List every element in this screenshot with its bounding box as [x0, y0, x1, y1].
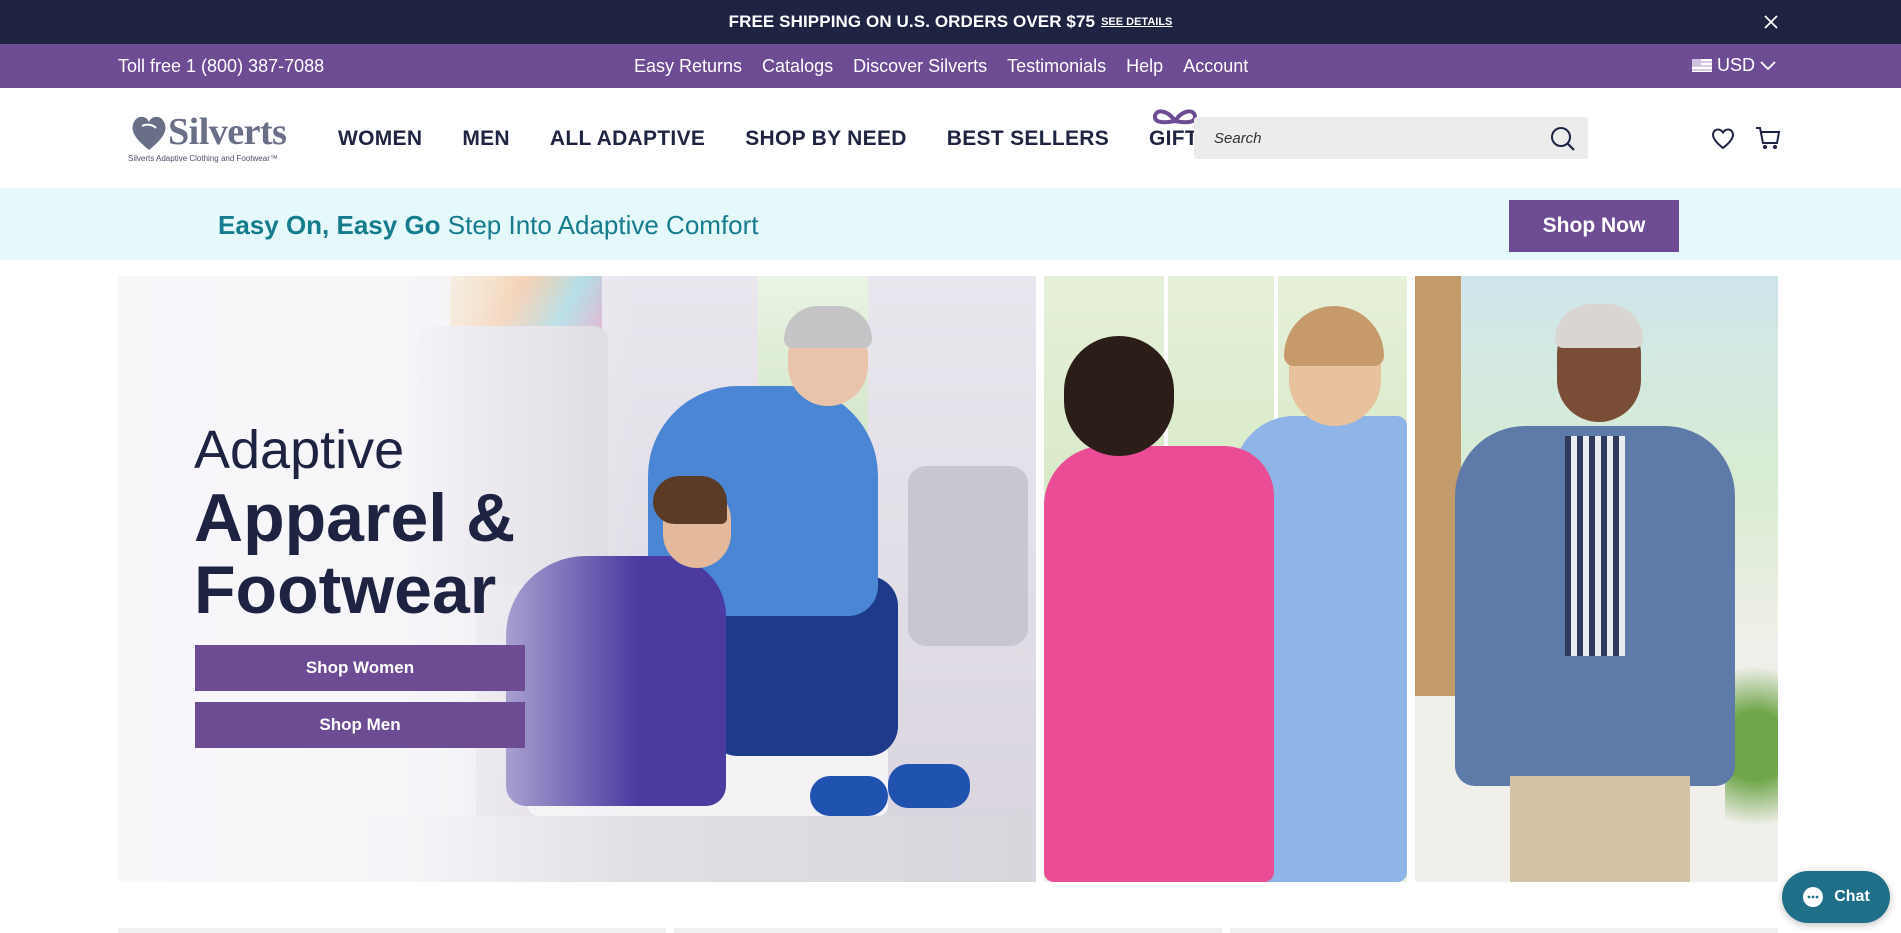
- shop-men-button[interactable]: Shop Men: [195, 702, 525, 748]
- shop-women-button[interactable]: Shop Women: [195, 645, 525, 691]
- logo-tagline: Silverts Adaptive Clothing and Footwear™: [128, 154, 278, 163]
- man-hair: [1555, 304, 1643, 348]
- nav-shop-by-need[interactable]: SHOP BY NEED: [745, 127, 907, 151]
- logo-wordmark: Silverts: [168, 111, 287, 153]
- promo-subtext: Step Into Adaptive Comfort: [440, 210, 759, 240]
- nav-all-adaptive[interactable]: ALL ADAPTIVE: [550, 127, 705, 151]
- hero-line-apparel: Apparel &: [194, 480, 516, 556]
- card-peek: [118, 928, 666, 933]
- search-input[interactable]: [1194, 117, 1524, 159]
- woman-pink-top: [1044, 446, 1274, 882]
- hero-women-image[interactable]: [1044, 276, 1407, 882]
- silverts-logo[interactable]: Silverts Silverts Adaptive Clothing and …: [128, 110, 318, 170]
- shop-now-button[interactable]: Shop Now: [1509, 200, 1679, 252]
- currency-label: USD: [1717, 55, 1756, 75]
- announcement-text: FREE SHIPPING ON U.S. ORDERS OVER $75: [728, 12, 1096, 31]
- hero-chair: [908, 466, 1028, 646]
- woman-pink-head: [1064, 336, 1174, 456]
- discover-silverts-link[interactable]: Discover Silverts: [853, 56, 987, 77]
- chat-button[interactable]: Chat: [1782, 871, 1890, 923]
- main-header: Silverts Silverts Adaptive Clothing and …: [0, 88, 1901, 188]
- help-link[interactable]: Help: [1126, 56, 1163, 77]
- close-icon[interactable]: [1761, 12, 1781, 32]
- man-pants: [1510, 776, 1690, 882]
- utility-bar: Toll free 1 (800) 387-7088 Easy Returns …: [0, 44, 1901, 88]
- main-navigation: WOMEN MEN ALL ADAPTIVE SHOP BY NEED BEST…: [338, 109, 1252, 151]
- chevron-down-icon: [1760, 60, 1776, 70]
- hero-line-adaptive: Adaptive: [194, 420, 405, 480]
- hero-nurse-hair: [653, 476, 727, 524]
- card-peek: [1230, 928, 1778, 933]
- man-plaid-shirt: [1565, 436, 1625, 656]
- heart-icon[interactable]: [1710, 125, 1736, 151]
- nav-women[interactable]: WOMEN: [338, 127, 422, 151]
- account-link[interactable]: Account: [1183, 56, 1248, 77]
- utility-links: Easy Returns Catalogs Discover Silverts …: [634, 56, 1248, 77]
- hero-men-image[interactable]: [1415, 276, 1778, 882]
- easy-returns-link[interactable]: Easy Returns: [634, 56, 742, 77]
- hero-line-footwear: Footwear: [194, 552, 497, 628]
- announcement-bar: FREE SHIPPING ON U.S. ORDERS OVER $75 SE…: [0, 0, 1901, 44]
- promo-bold: Easy On, Easy Go: [218, 210, 441, 240]
- toll-free-number[interactable]: Toll free 1 (800) 387-7088: [118, 56, 324, 77]
- nav-men[interactable]: MEN: [462, 127, 510, 151]
- hero-shoe-worn: [888, 764, 970, 808]
- search-box: [1194, 117, 1588, 159]
- hero-shoe: [810, 776, 888, 816]
- hero-man-hair: [784, 306, 872, 348]
- next-section-cards: [118, 928, 1778, 933]
- promo-banner: Easy On, Easy Go Step Into Adaptive Comf…: [0, 188, 1901, 260]
- see-details-link[interactable]: SEE DETAILS: [1101, 16, 1172, 28]
- currency-selector[interactable]: USD: [1692, 55, 1776, 76]
- promo-text: Easy On, Easy Go Step Into Adaptive Comf…: [218, 210, 759, 241]
- nav-best-sellers[interactable]: BEST SELLERS: [947, 127, 1109, 151]
- catalogs-link[interactable]: Catalogs: [762, 56, 833, 77]
- hero-heading: Adaptive Apparel & Footwear: [194, 418, 515, 626]
- testimonials-link[interactable]: Testimonials: [1007, 56, 1106, 77]
- woman-blue-hair: [1284, 306, 1384, 366]
- search-icon[interactable]: [1550, 126, 1576, 152]
- card-peek: [674, 928, 1222, 933]
- chat-bubble-icon: [1803, 887, 1824, 907]
- logo-heart-icon: [132, 116, 166, 150]
- us-flag-icon: [1692, 59, 1712, 72]
- cart-icon[interactable]: [1755, 125, 1781, 151]
- chat-label: Chat: [1834, 888, 1870, 905]
